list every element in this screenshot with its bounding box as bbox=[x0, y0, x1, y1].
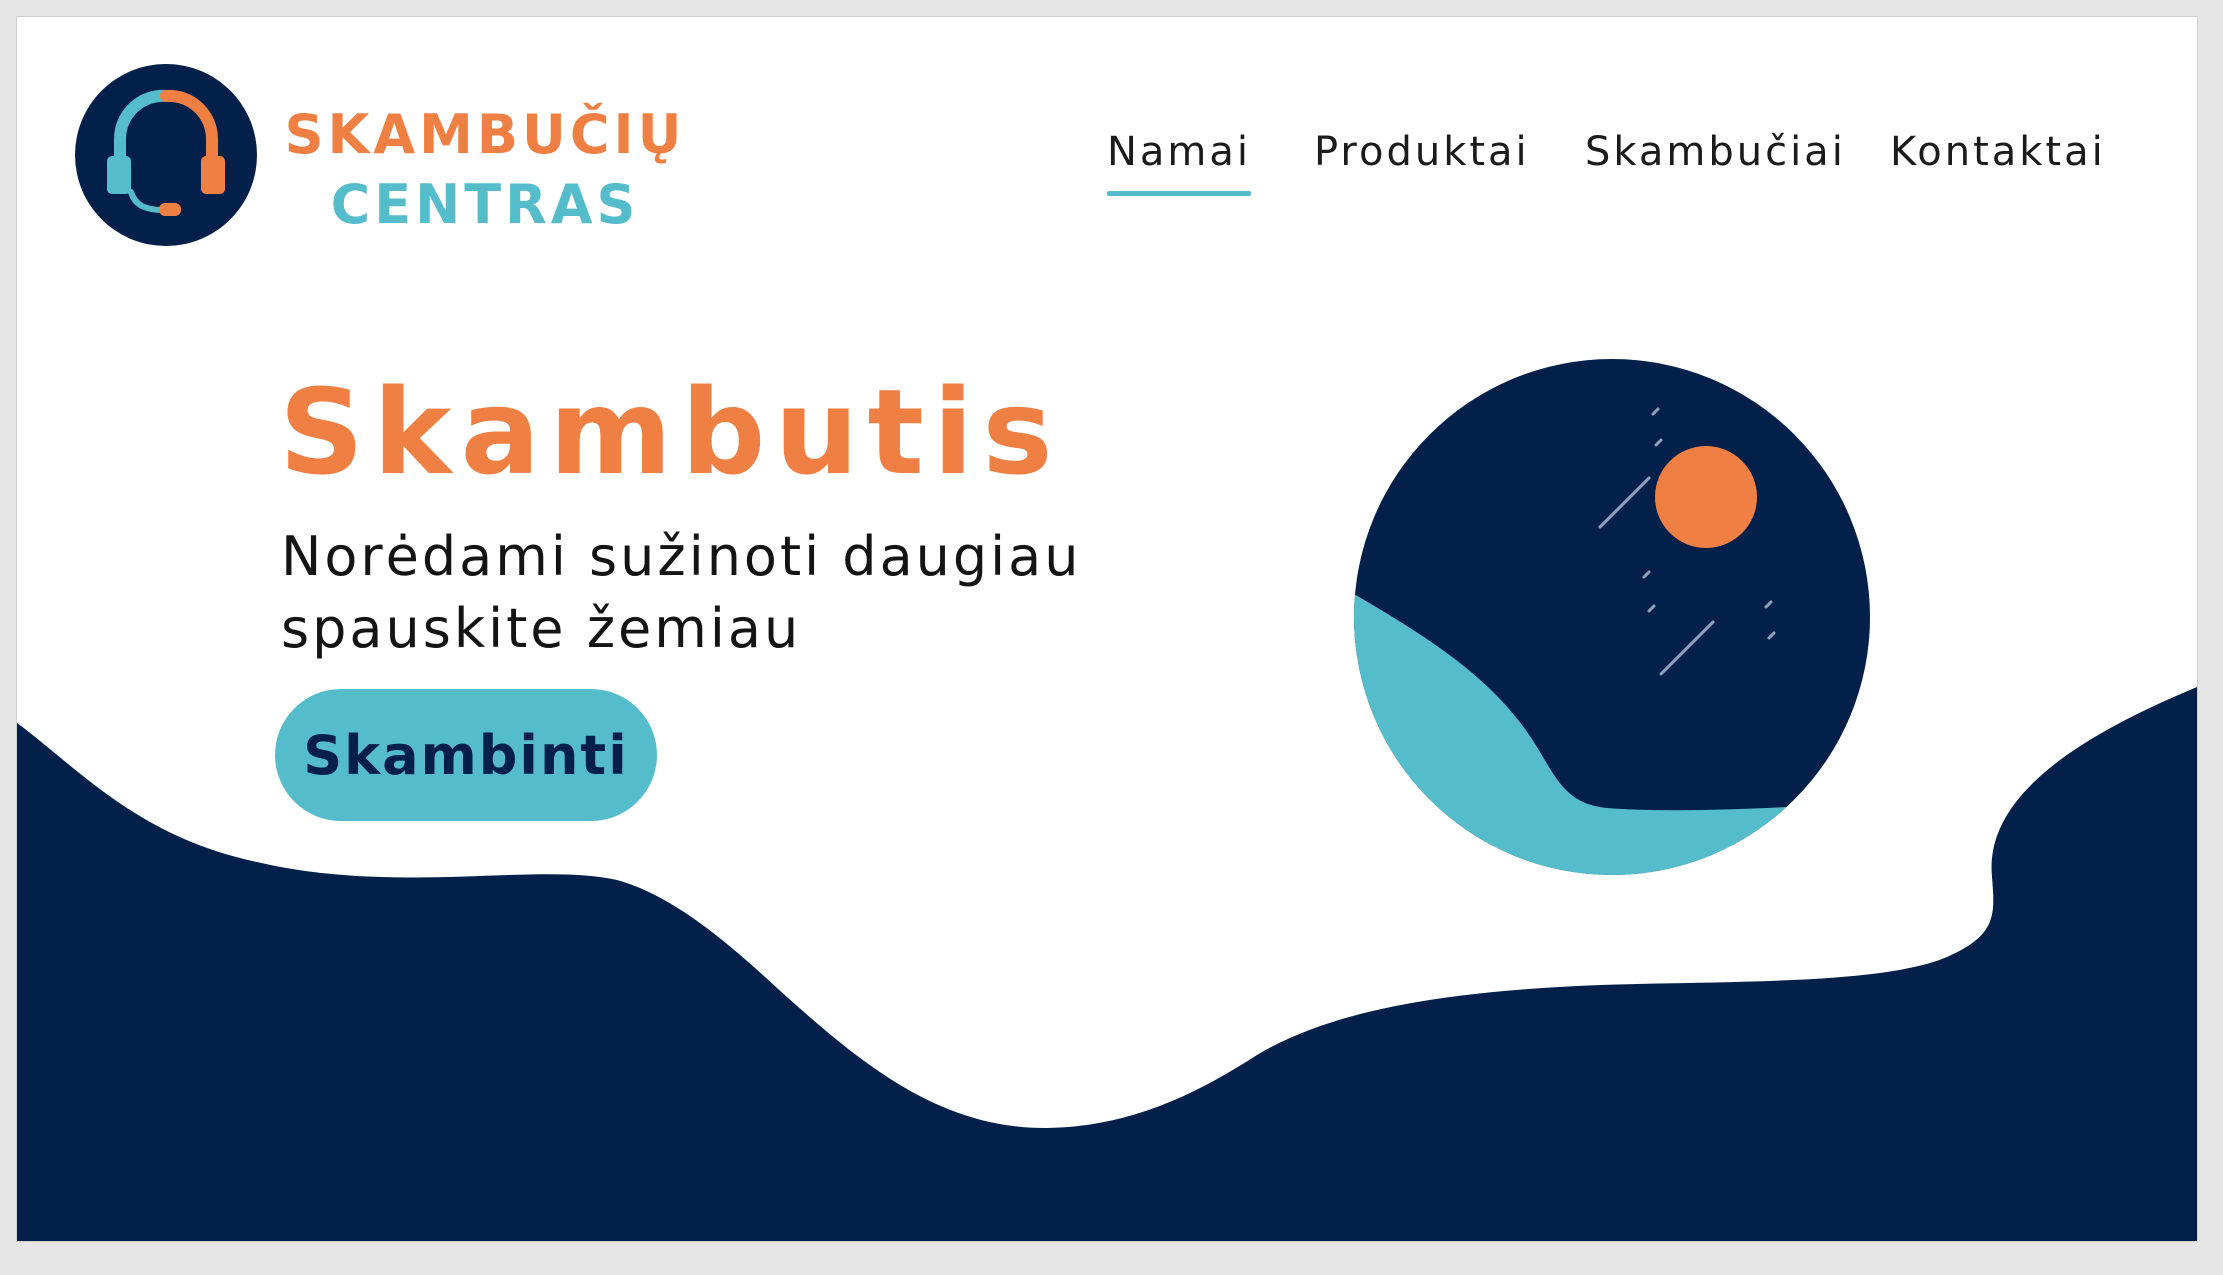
nav-link-produktai-label: Produktai bbox=[1314, 129, 1530, 175]
main-navigation: Namai Produktai Skambučiai Kontaktai bbox=[1107, 129, 2167, 209]
nav-link-namai-label: Namai bbox=[1107, 129, 1252, 175]
headset-icon bbox=[75, 64, 257, 246]
brand-name-line2: CENTRAS bbox=[330, 173, 640, 236]
nav-link-namai[interactable]: Namai bbox=[1107, 129, 1252, 196]
brand-logo[interactable]: SKAMBUČIŲ CENTRAS bbox=[75, 64, 765, 264]
nav-link-skambuciai[interactable]: Skambučiai bbox=[1585, 129, 1846, 175]
nav-link-kontaktai[interactable]: Kontaktai bbox=[1890, 129, 2106, 175]
hero-title: Skambutis bbox=[279, 363, 1062, 501]
nav-link-produktai[interactable]: Produktai bbox=[1314, 129, 1530, 175]
hero-subtitle-line1: Norėdami sužinoti daugiau bbox=[281, 525, 1082, 588]
brand-name-line1: SKAMBUČIŲ bbox=[284, 103, 686, 166]
call-button[interactable]: Skambinti bbox=[275, 689, 657, 821]
brand-name: SKAMBUČIŲ CENTRAS bbox=[275, 100, 695, 240]
nav-link-skambuciai-label: Skambučiai bbox=[1585, 129, 1846, 175]
page-canvas: SKAMBUČIŲ CENTRAS Namai Produktai Skambu… bbox=[16, 16, 2198, 1242]
hero-subtitle: Norėdami sužinoti daugiau spauskite žemi… bbox=[281, 521, 1181, 665]
hero-subtitle-line2: spauskite žemiau bbox=[281, 597, 802, 660]
active-nav-indicator bbox=[1107, 191, 1252, 196]
sun-icon bbox=[1655, 446, 1757, 548]
night-landscape-illustration bbox=[1354, 359, 1870, 875]
nav-link-kontaktai-label: Kontaktai bbox=[1890, 129, 2106, 175]
